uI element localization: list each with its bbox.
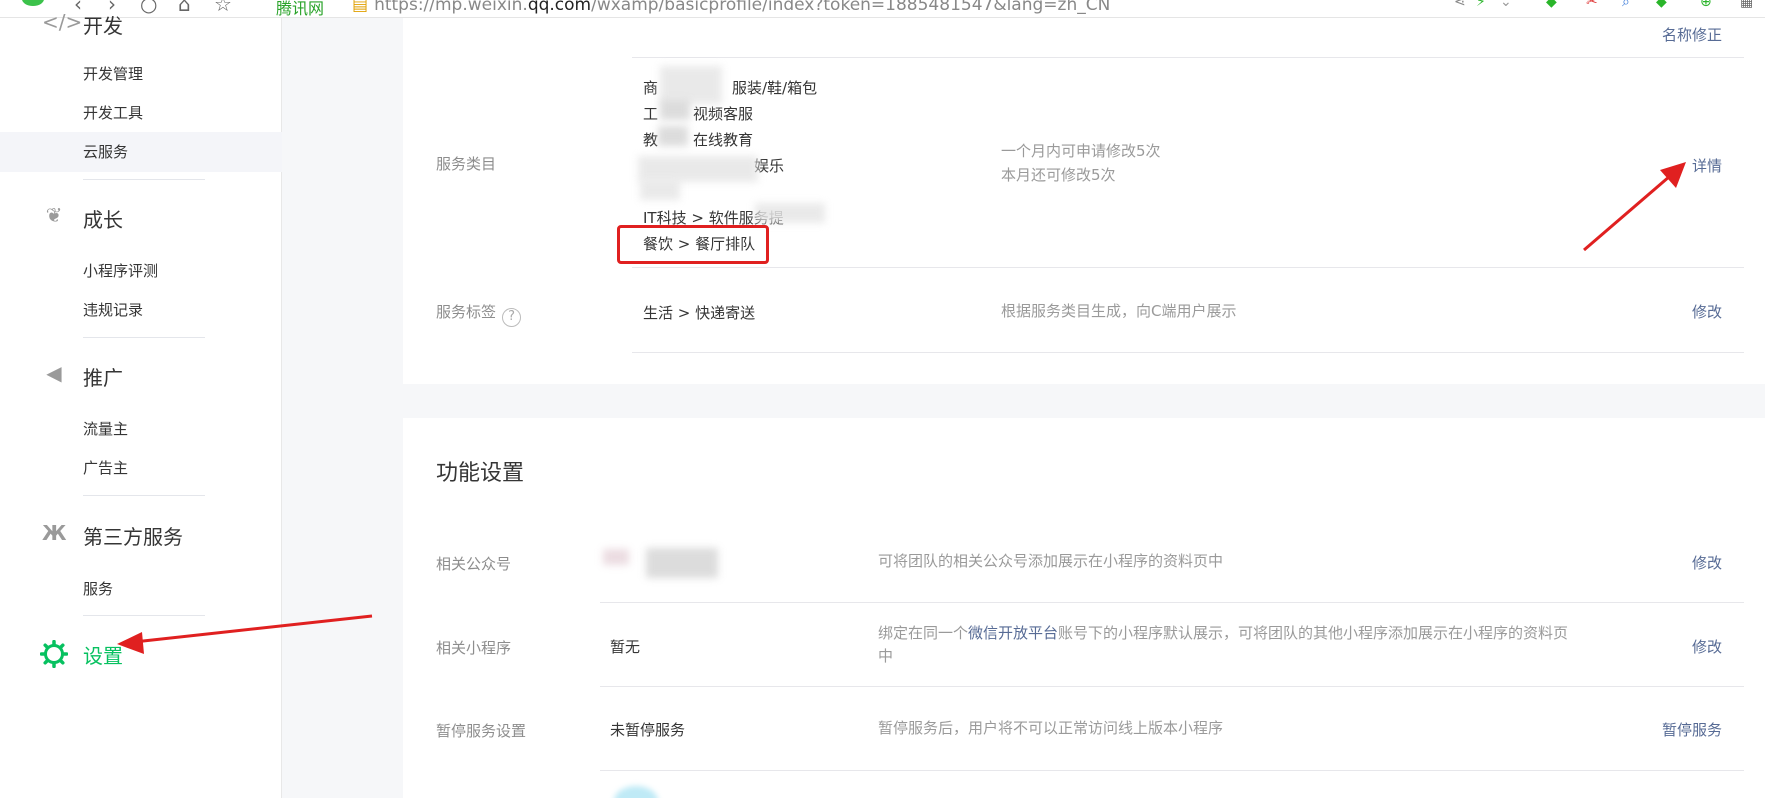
megaphone-icon: ◀: [46, 361, 62, 385]
open-platform-link[interactable]: 微信开放平台: [968, 624, 1058, 642]
name-fix-link[interactable]: 名称修正: [1640, 24, 1722, 45]
service-category-label: 服务类目: [436, 155, 497, 173]
pause-service-link[interactable]: 暂停服务: [1620, 719, 1722, 740]
address-bar[interactable]: ▤ https://mp.weixin.qq.com/wxamp/basicpro…: [352, 0, 1110, 15]
section-title: 功能设置: [436, 461, 525, 486]
category-desc-line1: 一个月内可申请修改5次: [1001, 142, 1161, 160]
row-divider: [600, 602, 1744, 603]
redacted-mosaic: [646, 548, 718, 578]
sidebar-item-dev-tools[interactable]: 开发工具: [83, 102, 143, 123]
site-label[interactable]: 腾讯网: [276, 0, 324, 17]
sidebar-section-third-party[interactable]: 第三方服务: [83, 521, 183, 550]
grid-icon[interactable]: ▦: [1740, 0, 1753, 10]
category-value: 教: [643, 131, 659, 149]
game-icon[interactable]: ◆: [1656, 0, 1667, 10]
service-tag-label: 服务标签?: [436, 301, 522, 327]
related-miniprogram-edit-link[interactable]: 修改: [1660, 636, 1722, 657]
redacted-mosaic: [660, 100, 690, 120]
sidebar-section-dev[interactable]: 开发: [83, 10, 123, 39]
service-tag-value: 生活 > 快递寄送: [643, 304, 756, 322]
search-icon[interactable]: ⌕: [1622, 0, 1630, 10]
sidebar-divider: [83, 337, 205, 338]
row-divider: [600, 770, 1744, 771]
row-divider: [632, 57, 1744, 58]
chevron-down-icon[interactable]: ⌄: [1500, 0, 1512, 10]
share-icon[interactable]: ⋖: [1454, 0, 1466, 10]
sidebar-item-advertiser[interactable]: 广告主: [83, 457, 128, 478]
category-value: 在线教育: [693, 131, 754, 149]
related-account-edit-link[interactable]: 修改: [1660, 552, 1722, 573]
sidebar-item-settings[interactable]: 设置: [83, 640, 123, 669]
redacted-mosaic: [603, 549, 629, 565]
related-account-label: 相关公众号: [436, 555, 512, 573]
bookmark-star-icon[interactable]: ☆: [214, 0, 232, 16]
redacted-mosaic: [638, 156, 758, 182]
related-miniprogram-label: 相关小程序: [436, 639, 512, 657]
home-icon[interactable]: ⌂: [178, 0, 191, 16]
function-settings-card: [403, 418, 1765, 798]
sidebar-divider: [83, 179, 205, 180]
pause-service-desc: 暂停服务后，用户将不可以正常访问线上版本小程序: [878, 719, 1224, 737]
row-divider: [600, 686, 1744, 687]
help-icon[interactable]: ?: [502, 308, 522, 327]
code-icon: </>: [42, 10, 83, 34]
red-annotation-box: [617, 225, 769, 264]
redacted-mosaic: [640, 180, 680, 200]
page-icon: ▤: [352, 0, 369, 15]
category-desc-line2: 本月还可修改5次: [1001, 166, 1116, 184]
redacted-mosaic: [658, 126, 688, 146]
browser-logo-icon: [22, 0, 44, 6]
category-value: 视频客服: [693, 105, 754, 123]
pause-service-label: 暂停服务设置: [436, 722, 527, 740]
sidebar-item-violations[interactable]: 违规记录: [83, 299, 143, 320]
lightning-icon[interactable]: ⚡: [1476, 0, 1486, 10]
sidebar-item-dev-manage[interactable]: 开发管理: [83, 63, 143, 84]
category-value: 娱乐: [754, 157, 785, 175]
sidebar-section-growth[interactable]: 成长: [83, 204, 123, 233]
category-value: 服装/鞋/箱包: [732, 79, 818, 97]
sidebar-divider: [83, 495, 205, 496]
row-divider: [632, 352, 1744, 353]
sidebar: </> 开发 开发管理 开发工具 云服务 ❦ 成长 小程序评测 违规记录 ◀ 推…: [0, 10, 282, 798]
basic-info-card: [403, 18, 1765, 384]
extension-icon[interactable]: ◆: [1546, 0, 1557, 10]
browser-toolbar: ‹ › ○ ⌂ ☆ 腾讯网 ▤ https://mp.weixin.qq.com/…: [0, 0, 1765, 18]
related-miniprogram-value: 暂无: [610, 638, 641, 656]
sidebar-item-cloud[interactable]: 云服务: [83, 141, 128, 162]
service-tag-desc: 根据服务类目生成，向C端用户展示: [1001, 302, 1237, 320]
category-value: 商: [643, 79, 659, 97]
category-value: 工: [643, 105, 659, 123]
gear-icon: [40, 640, 68, 668]
related-account-desc: 可将团队的相关公众号添加展示在小程序的资料页中: [878, 552, 1224, 570]
sidebar-active-highlight: [0, 132, 282, 172]
sidebar-item-traffic-owner[interactable]: 流量主: [83, 418, 128, 439]
sidebar-item-evaluation[interactable]: 小程序评测: [83, 260, 158, 281]
service-tag-edit-link[interactable]: 修改: [1660, 301, 1722, 322]
related-miniprogram-desc: 绑定在同一个微信开放平台账号下的小程序默认展示，可将团队的其他小程序添加展示在小…: [878, 624, 1569, 665]
pause-service-status: 未暂停服务: [610, 721, 686, 739]
sidebar-section-promotion[interactable]: 推广: [83, 362, 123, 391]
redacted-mosaic: [755, 203, 825, 223]
redacted-mosaic: [660, 66, 722, 104]
sidebar-divider: [83, 615, 205, 616]
plus-icon[interactable]: ⊕: [1700, 0, 1712, 10]
row-divider: [632, 267, 1744, 268]
refresh-icon[interactable]: ○: [140, 0, 157, 16]
scissors-icon[interactable]: ✂: [1586, 0, 1598, 10]
category-details-link[interactable]: 详情: [1660, 155, 1722, 176]
third-party-icon: Ж: [42, 521, 67, 545]
sprout-icon: ❦: [45, 203, 63, 227]
sidebar-item-service[interactable]: 服务: [83, 578, 113, 599]
